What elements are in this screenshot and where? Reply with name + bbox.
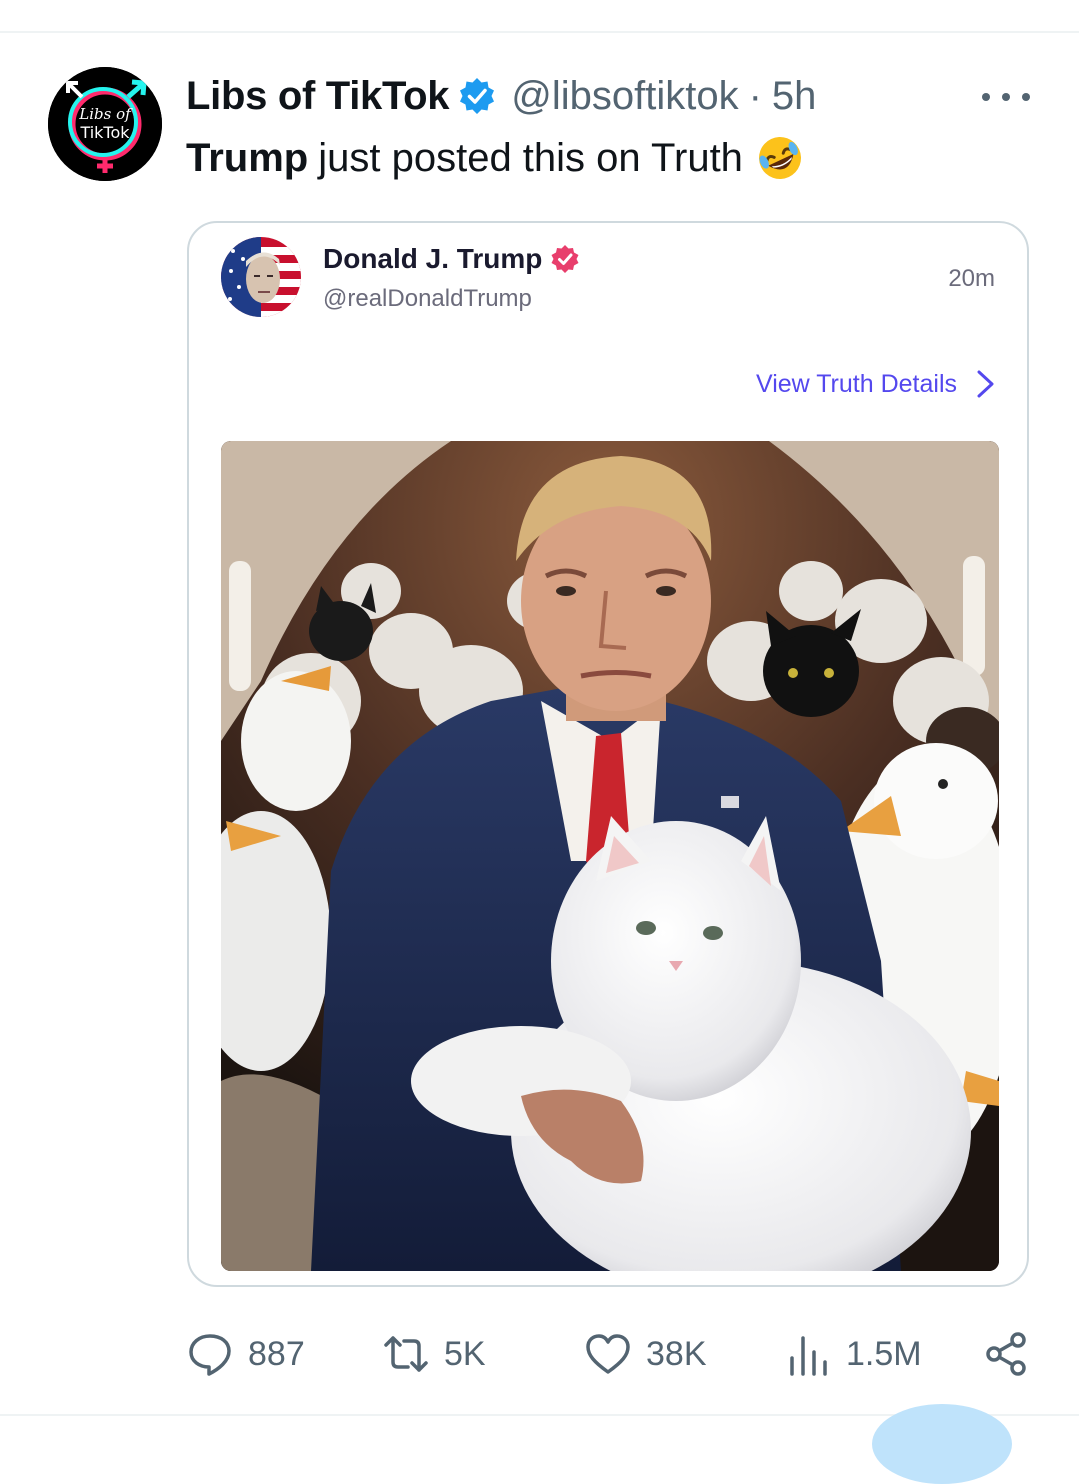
share-button[interactable] — [982, 1326, 1044, 1382]
view-truth-details-label: View Truth Details — [755, 369, 957, 398]
svg-text:Libs of: Libs of — [78, 105, 133, 123]
svg-text:TikTok: TikTok — [79, 123, 130, 142]
libs-of-tiktok-logo: Libs of TikTok — [48, 67, 162, 181]
author-display-name[interactable]: Libs of TikTok — [186, 74, 450, 119]
floating-compose-button[interactable] — [872, 1404, 1012, 1484]
share-nodes-icon — [986, 1332, 1026, 1376]
reply-button[interactable]: 887 — [186, 1326, 305, 1382]
tweet-text-body: just posted this on Truth — [318, 136, 743, 180]
repost-count: 5K — [444, 1334, 486, 1373]
separator-dot: · — [748, 73, 762, 118]
tweet-action-bar: 887 5K 38K 1.5M — [186, 1326, 1046, 1382]
truth-timestamp: 20m — [948, 265, 995, 292]
heart-icon — [586, 1334, 630, 1374]
author-handle[interactable]: @libsoftiktok — [511, 74, 738, 119]
top-divider — [0, 31, 1079, 33]
tweet-timestamp[interactable]: 5h — [772, 74, 817, 119]
truth-author-handle[interactable]: @realDonaldTrump — [323, 285, 532, 313]
reply-count: 887 — [248, 1334, 305, 1373]
dot-icon — [1002, 93, 1010, 101]
chevron-right-icon — [977, 370, 994, 398]
rolling-on-floor-laughing-emoji-icon — [758, 137, 801, 179]
like-count: 38K — [646, 1334, 707, 1373]
dot-icon — [1022, 93, 1030, 101]
truth-post-image[interactable] — [221, 441, 999, 1271]
truth-author-avatar[interactable] — [221, 237, 301, 317]
flag-portrait-avatar — [221, 237, 301, 317]
views-button[interactable]: 1.5M — [784, 1326, 922, 1382]
verified-badge-icon — [460, 78, 495, 114]
man-with-cats-and-ducks-image — [221, 441, 999, 1271]
tweet-text: Trump just posted this on Truth — [186, 132, 805, 184]
view-count: 1.5M — [846, 1334, 922, 1373]
repost-icon — [384, 1336, 428, 1372]
truth-author-name[interactable]: Donald J. Trump — [323, 243, 580, 275]
analytics-bars-icon — [790, 1336, 827, 1376]
truth-verified-badge-icon — [551, 245, 579, 273]
tweet-header: Libs of TikTok @libsoftiktok · 5h — [186, 70, 816, 122]
truth-author-name-text: Donald J. Trump — [323, 243, 543, 274]
view-truth-details-link[interactable]: View Truth Details — [756, 369, 997, 399]
truth-social-card[interactable]: Donald J. Trump @realDonaldTrump 20m Vie… — [187, 221, 1029, 1287]
author-avatar[interactable]: Libs of TikTok — [48, 67, 162, 181]
repost-button[interactable]: 5K — [382, 1326, 486, 1382]
dot-icon — [982, 93, 990, 101]
reply-bubble-icon — [189, 1334, 231, 1376]
more-options-button[interactable] — [982, 82, 1030, 112]
like-button[interactable]: 38K — [584, 1326, 707, 1382]
tweet-text-bold: Trump — [186, 136, 309, 180]
